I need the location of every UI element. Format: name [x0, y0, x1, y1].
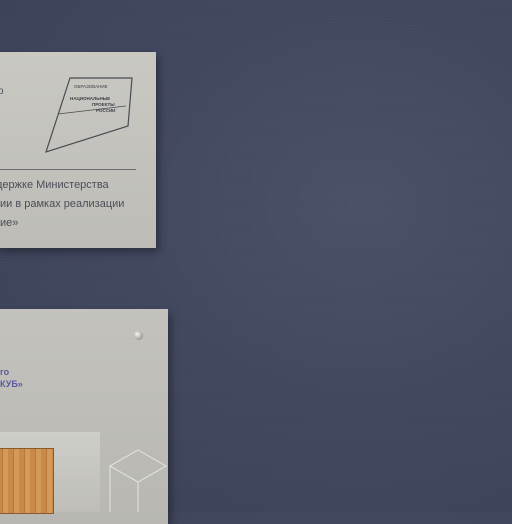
divider-line: [0, 169, 136, 170]
logo-text-line-4: РОССИИ: [96, 108, 116, 113]
logo-text-line-1: ОБРАЗОВАНИЕ: [74, 84, 108, 89]
logo-text-line-2: НАЦИОНАЛЬНЫЕ: [70, 96, 111, 101]
edge-text-fragment: о: [0, 86, 4, 97]
plaque-text-line-2: ии в рамках реализации: [0, 198, 125, 210]
title-fragment-1: го: [0, 367, 10, 377]
wood-texture-image: [0, 448, 54, 514]
top-plaque: о ОБРАЗОВАНИЕ НАЦИОНАЛЬНЫЕ ПРОЕКТЫ РОССИ…: [0, 52, 156, 248]
title-fragment-2: КУБ»: [0, 379, 23, 389]
plaque-text-line-1: держке Министерства: [0, 179, 109, 191]
logo-text-line-3: ПРОЕКТЫ: [92, 102, 115, 107]
cube-outline-icon: [108, 449, 168, 512]
plaque-text-line-3: ие»: [0, 217, 19, 229]
screw-icon: [134, 331, 143, 340]
